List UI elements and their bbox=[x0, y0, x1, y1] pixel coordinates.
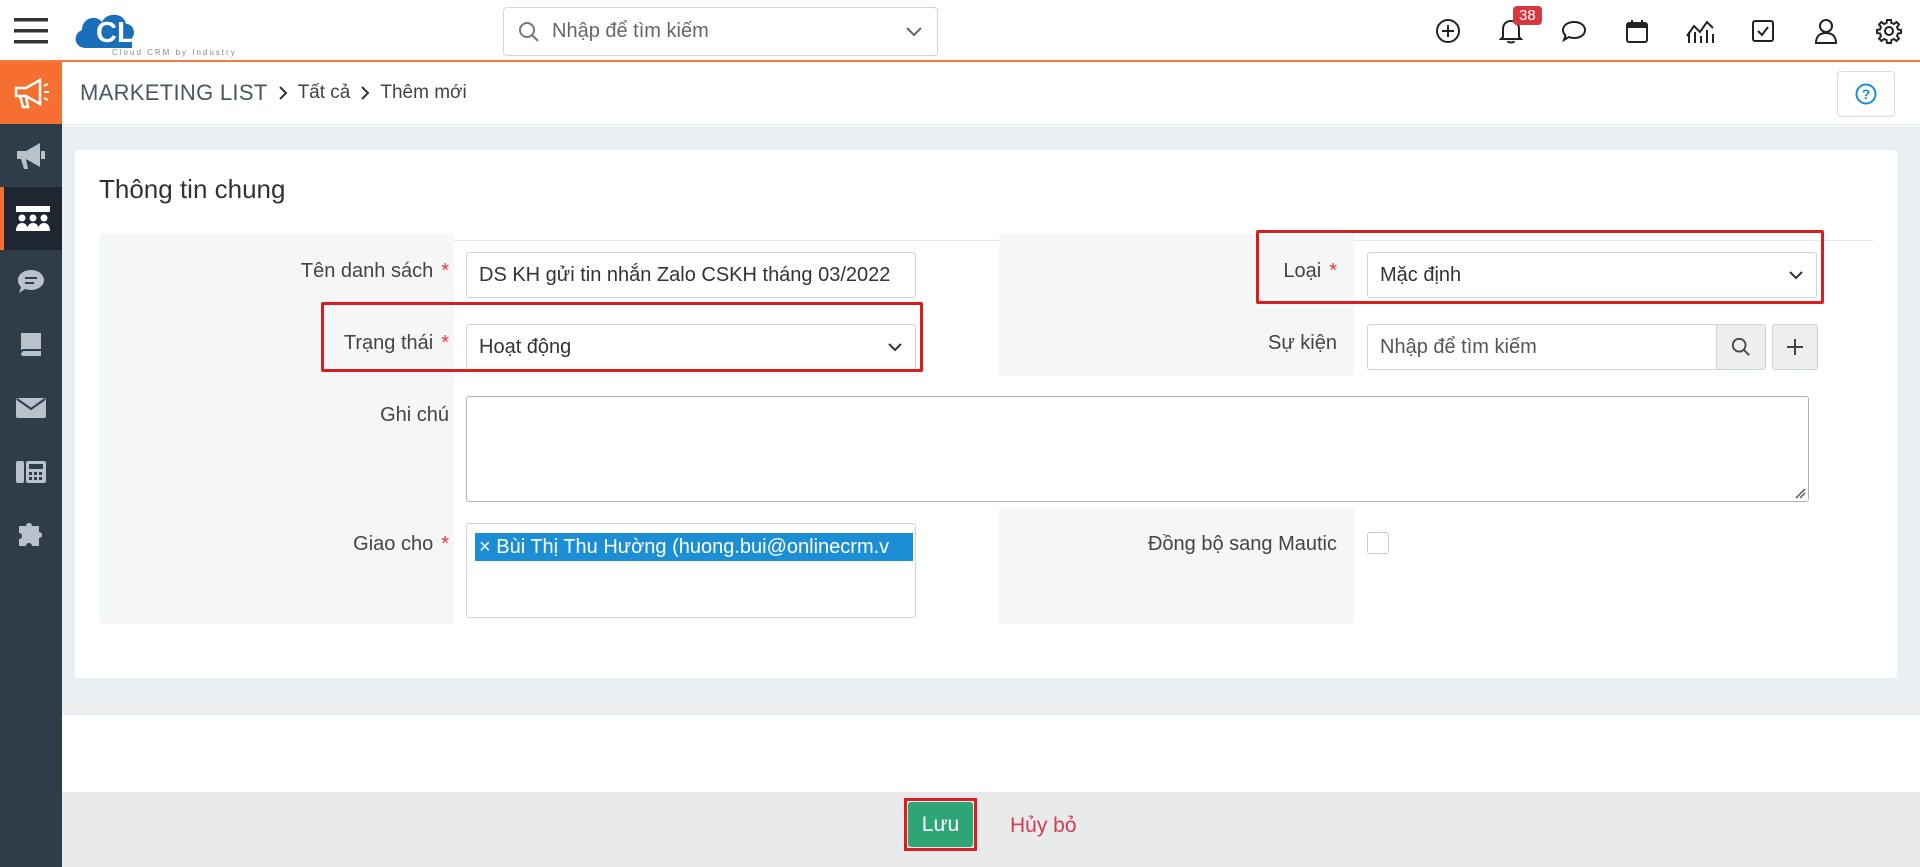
breadcrumb-add-new: Thêm mới bbox=[380, 82, 467, 103]
settings-gear-icon[interactable] bbox=[1857, 0, 1920, 62]
note-label: Ghi chú bbox=[380, 404, 449, 426]
sidebar-item-messages[interactable] bbox=[0, 250, 62, 313]
save-button[interactable]: Lưu bbox=[908, 802, 973, 847]
book-icon bbox=[20, 332, 41, 356]
calendar-icon[interactable] bbox=[1605, 0, 1668, 62]
breadcrumb: MARKETING LIST Tất cả Thêm mới ? bbox=[62, 62, 1920, 125]
plus-icon bbox=[1787, 339, 1803, 355]
chat-icon[interactable] bbox=[1542, 0, 1605, 62]
event-placeholder: Nhập để tìm kiếm bbox=[1380, 335, 1537, 358]
global-search-input[interactable] bbox=[552, 20, 905, 43]
chevron-right-icon bbox=[278, 85, 288, 101]
resize-handle-icon[interactable] bbox=[1794, 487, 1806, 499]
content-area: Thông tin chung Tên danh sách * DS KH gửi… bbox=[62, 126, 1920, 715]
megaphone-icon bbox=[14, 77, 49, 109]
assignee-multiselect[interactable]: × Bùi Thị Thu Hường (huong.bui@onlinecrm… bbox=[466, 523, 916, 618]
bullhorn-icon bbox=[17, 142, 45, 169]
logo-cloud-text: CLOUDPRO bbox=[96, 17, 262, 49]
sidebar-item-marketing-list[interactable] bbox=[0, 187, 62, 250]
add-icon[interactable] bbox=[1416, 0, 1479, 62]
note-textarea[interactable] bbox=[466, 396, 1809, 502]
report-chart-icon[interactable] bbox=[1668, 0, 1731, 62]
general-info-card: Thông tin chung Tên danh sách * DS KH gửi… bbox=[75, 150, 1897, 678]
group-users-icon bbox=[16, 205, 50, 231]
left-label-panel bbox=[99, 234, 454, 624]
task-check-icon[interactable] bbox=[1731, 0, 1794, 62]
sync-mautic-label: Đồng bộ sang Mautic bbox=[1147, 533, 1337, 555]
event-search-button[interactable] bbox=[1716, 324, 1766, 370]
help-button[interactable]: ? bbox=[1837, 71, 1895, 117]
user-profile-icon[interactable] bbox=[1794, 0, 1857, 62]
type-highlight-box bbox=[1256, 230, 1824, 304]
top-bar: CLOUDPRO Cloud CRM by Industry 38 bbox=[0, 0, 1920, 62]
assignee-label: Giao cho * bbox=[353, 533, 449, 555]
fax-icon bbox=[16, 460, 46, 483]
sync-mautic-checkbox[interactable] bbox=[1367, 532, 1389, 554]
event-add-button[interactable] bbox=[1772, 324, 1818, 370]
menu-icon[interactable] bbox=[0, 0, 62, 62]
notification-bell-icon[interactable]: 38 bbox=[1479, 0, 1542, 62]
list-name-value: DS KH gửi tin nhắn Zalo CSKH tháng 03/20… bbox=[479, 263, 891, 286]
svg-text:?: ? bbox=[1862, 86, 1871, 102]
sidebar-item-email[interactable] bbox=[0, 376, 62, 439]
puzzle-icon bbox=[19, 522, 42, 546]
cloudpro-logo[interactable]: CLOUDPRO Cloud CRM by Industry bbox=[72, 4, 302, 58]
breadcrumb-module[interactable]: MARKETING LIST bbox=[80, 80, 268, 106]
list-name-input[interactable]: DS KH gửi tin nhắn Zalo CSKH tháng 03/20… bbox=[466, 252, 916, 298]
sidebar-item-knowledge[interactable] bbox=[0, 313, 62, 376]
event-search-input[interactable]: Nhập để tìm kiếm bbox=[1367, 324, 1717, 370]
list-name-label: Tên danh sách * bbox=[300, 260, 449, 282]
notification-badge: 38 bbox=[1513, 6, 1542, 25]
cancel-link[interactable]: Hủy bỏ bbox=[1010, 814, 1077, 838]
logo-tagline: Cloud CRM by Industry bbox=[112, 48, 237, 57]
global-search[interactable] bbox=[503, 7, 938, 56]
help-question-icon: ? bbox=[1855, 83, 1877, 105]
search-icon bbox=[519, 21, 539, 42]
sidebar-item-extensions[interactable] bbox=[0, 502, 62, 565]
sidebar-item-marketing[interactable] bbox=[0, 62, 62, 124]
sidebar bbox=[0, 62, 62, 867]
assignee-tag[interactable]: × Bùi Thị Thu Hường (huong.bui@onlinecrm… bbox=[475, 533, 913, 561]
comment-icon bbox=[18, 269, 44, 293]
event-label: Sự kiện bbox=[1268, 332, 1337, 354]
envelope-icon bbox=[16, 397, 46, 418]
form-footer: Lưu Hủy bỏ bbox=[62, 792, 1920, 867]
chevron-right-icon bbox=[360, 85, 370, 101]
search-icon bbox=[1731, 337, 1750, 356]
section-title: Thông tin chung bbox=[99, 174, 286, 204]
sidebar-item-fax[interactable] bbox=[0, 439, 62, 502]
right-label-panel-bottom bbox=[999, 507, 1354, 624]
sidebar-item-campaigns[interactable] bbox=[0, 124, 62, 187]
breadcrumb-all[interactable]: Tất cả bbox=[298, 82, 351, 104]
chevron-down-icon[interactable] bbox=[905, 26, 923, 38]
status-highlight-box bbox=[321, 302, 923, 372]
